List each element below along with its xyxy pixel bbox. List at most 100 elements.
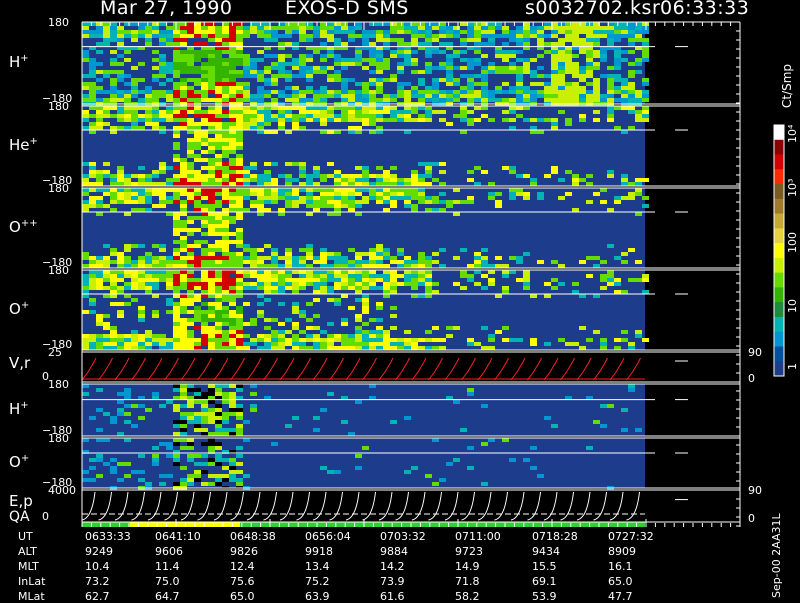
footer-row-0-value-3: 0656:04: [305, 530, 351, 543]
colorbar-segment: [774, 184, 784, 200]
colorbar-tick-2: 100: [786, 232, 799, 253]
ep-trace: [81, 491, 640, 521]
colorbar-segment: [774, 198, 784, 215]
footer-row-2-value-7: 16.1: [608, 560, 633, 573]
colorbar-segment: [774, 257, 784, 274]
side-note: Sep-00 2AA31L: [770, 513, 783, 598]
footer-row-0-value-6: 0718:28: [532, 530, 578, 543]
colorbar-tick-0: 10⁴: [786, 124, 799, 143]
colorbar-segment: [774, 331, 784, 347]
colorbar-segment: [774, 228, 784, 244]
footer-row-1-value-3: 9918: [305, 545, 333, 558]
footer-row-0-value-0: 0633:33: [85, 530, 131, 543]
panel-label-2: O++: [9, 218, 38, 236]
panel-7-top-tick: 4000: [48, 484, 76, 497]
panel-label-3-main: O: [9, 300, 21, 318]
panel-4-right-bottom: 0: [748, 372, 755, 385]
footer-row-4-value-7: 47.7: [608, 590, 633, 603]
vr-trace: [81, 357, 641, 381]
footer-row-1-value-1: 9606: [155, 545, 183, 558]
footer-row-0-value-2: 0648:38: [230, 530, 276, 543]
qa-label: QA: [9, 509, 30, 525]
footer-row-2-value-6: 15.5: [532, 560, 557, 573]
colorbar-segment: [774, 125, 784, 141]
panel-label-1-sup: +: [29, 136, 38, 147]
panel-label-6-main: O: [9, 453, 21, 471]
footer-row-3-name: InLat: [18, 575, 46, 588]
footer-row-3-value-5: 71.8: [455, 575, 480, 588]
footer-row-3-value-2: 75.6: [230, 575, 255, 588]
panel-label-7-main: E,p: [9, 492, 33, 510]
colorbar-segment: [774, 316, 784, 333]
colorbar-unit: Ct/Smp: [780, 63, 794, 108]
panel-2-top-tick: 180: [48, 182, 69, 195]
panel-label-4: V,r: [9, 354, 30, 372]
footer-row-3-value-4: 73.9: [380, 575, 405, 588]
footer-row-4-value-5: 58.2: [455, 590, 480, 603]
panel-label-2-main: O: [9, 218, 21, 236]
colorbar-tick-4: 1: [786, 363, 799, 370]
panel-label-5-sup: +: [20, 400, 29, 411]
panel-label-3: O+: [9, 300, 29, 318]
footer-row-1-value-0: 9249: [85, 545, 113, 558]
footer-row-2-name: MLT: [18, 560, 39, 573]
colorbar-segment: [774, 272, 784, 288]
spectrogram-panel-5-bg: [82, 384, 645, 436]
footer-row-2-value-4: 14.2: [380, 560, 405, 573]
footer-row-4-value-6: 53.9: [532, 590, 557, 603]
colorbar-segment: [774, 302, 784, 318]
footer-row-4-value-1: 64.7: [155, 590, 180, 603]
footer-row-0-name: UT: [18, 530, 33, 543]
panel-label-6: O+: [9, 453, 29, 471]
footer-row-1-value-4: 9884: [380, 545, 408, 558]
colorbar-tick-1: 10³: [786, 178, 799, 197]
footer-row-2-value-5: 14.9: [455, 560, 480, 573]
panel-7-bottom-tick: 0: [42, 510, 49, 523]
colorbar-segment: [774, 169, 784, 185]
footer-row-3-value-0: 73.2: [85, 575, 110, 588]
footer-row-1-value-6: 9434: [532, 545, 560, 558]
footer-row-4-name: MLat: [18, 590, 45, 603]
footer-row-3-value-6: 69.1: [532, 575, 557, 588]
footer-row-4-value-4: 61.6: [380, 590, 405, 603]
footer-row-0-value-4: 0703:32: [380, 530, 426, 543]
footer-row-4-value-0: 62.7: [85, 590, 110, 603]
footer-row-2-value-1: 11.4: [155, 560, 180, 573]
colorbar-segment: [774, 154, 784, 170]
footer-row-2-value-0: 10.4: [85, 560, 110, 573]
footer-row-1-name: ALT: [18, 545, 37, 558]
panel-5-top-tick: 180: [48, 378, 69, 391]
panel-4-top-tick: 25: [48, 346, 62, 359]
spectrogram-plot: [81, 21, 785, 527]
panel-6-top-tick: 180: [48, 432, 69, 445]
footer-row-3-value-1: 75.0: [155, 575, 180, 588]
panel-3-top-tick: 180: [48, 264, 69, 277]
panel-label-0-main: H: [9, 53, 21, 71]
panel-label-7: E,p: [9, 492, 33, 510]
colorbar-segment: [774, 243, 784, 259]
colorbar-segment: [774, 287, 784, 303]
panel-0-top-tick: 180: [48, 16, 69, 29]
colorbar-segment: [774, 361, 784, 377]
footer-row-1-value-5: 9723: [455, 545, 483, 558]
panel-label-6-sup: +: [20, 453, 30, 464]
panel-label-5-main: H: [9, 400, 21, 418]
colorbar-segment: [774, 346, 784, 362]
panel-label-0: H+: [9, 53, 29, 71]
footer-row-3-value-7: 65.0: [608, 575, 633, 588]
panel-label-3-sup: +: [20, 300, 30, 311]
footer-row-1-value-2: 9826: [230, 545, 258, 558]
footer-row-0-value-1: 0641:10: [155, 530, 201, 543]
colorbar-segment: [774, 213, 784, 229]
colorbar-tick-3: 10: [786, 299, 799, 313]
panel-label-2-sup: ++: [20, 218, 38, 229]
footer-row-4-value-2: 65.0: [230, 590, 255, 603]
panel-7-right-bottom: 0: [748, 512, 755, 525]
footer-row-1-value-7: 8909: [608, 545, 636, 558]
panel-1-top-tick: 180: [48, 100, 69, 113]
footer-row-4-value-3: 63.9: [305, 590, 330, 603]
colorbar-segment: [774, 139, 784, 156]
footer-row-0-value-5: 0711:00: [455, 530, 501, 543]
panel-label-4-main: V,r: [9, 354, 31, 372]
footer-row-2-value-3: 13.4: [305, 560, 330, 573]
